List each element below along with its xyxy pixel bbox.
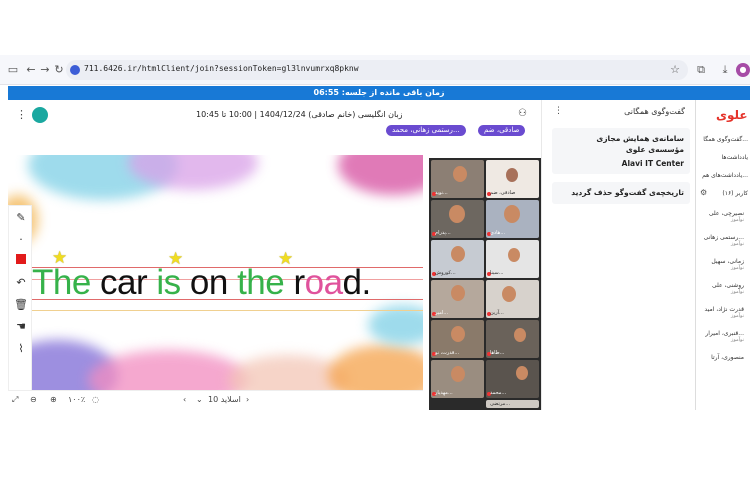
word: d. bbox=[342, 263, 372, 302]
slide-selector[interactable]: ⌄ bbox=[196, 395, 203, 404]
drawing-toolbar: ✎ · ↶ 🗑 ☚ ⌇ bbox=[8, 205, 32, 400]
browser-toolbar: ▭ ← → ↻ 711.6426.ir/htmlClient/join?sess… bbox=[0, 55, 750, 85]
word: is bbox=[156, 263, 181, 302]
watercolor-splash bbox=[88, 350, 248, 390]
delete-icon[interactable]: 🗑 bbox=[14, 298, 28, 312]
settings-gear-icon[interactable]: ⚙ bbox=[700, 188, 707, 197]
participant-item[interactable]: رستمی زهانی... نوآموز bbox=[704, 234, 744, 247]
tab-public-chat[interactable]: گفت‌وگوی همگا... bbox=[703, 136, 748, 143]
pointer-hand-icon[interactable]: ☚ bbox=[14, 320, 28, 334]
chat-panel: ⋮ گفت‌وگوی همگانی سامانه‌ی همایش مجازی م… bbox=[541, 100, 695, 410]
chat-more-icon[interactable]: ⋮ bbox=[554, 106, 563, 116]
tab-shared-notes[interactable]: یادداشت‌های هم... bbox=[702, 172, 748, 179]
video-tile[interactable]: محمد... bbox=[486, 360, 539, 398]
welcome-brand: Alavi IT Center bbox=[621, 159, 684, 168]
zoom-level: ۱۰۰٪ bbox=[68, 395, 86, 404]
next-slide-icon[interactable]: › bbox=[246, 395, 249, 404]
word: oa bbox=[304, 263, 343, 302]
chart-icon[interactable]: ⌇ bbox=[14, 342, 28, 356]
watercolor-splash bbox=[328, 345, 423, 390]
video-tile[interactable]: امیر... bbox=[431, 280, 484, 318]
tabs-icon[interactable]: ▭ bbox=[6, 63, 20, 77]
video-tile[interactable]: کوروش... bbox=[431, 240, 484, 278]
chat-header: گفت‌وگوی همگانی bbox=[624, 107, 685, 116]
participants-icon[interactable]: ⚇ bbox=[518, 108, 527, 119]
video-tile[interactable]: نوید... bbox=[431, 160, 484, 198]
watercolor-splash bbox=[338, 155, 423, 195]
profile-avatar[interactable]: ● bbox=[736, 63, 750, 77]
video-grid: نوید... صادقی، ضم پدرام... هادی... کوروش… bbox=[429, 158, 541, 410]
fit-icon[interactable]: ◌ bbox=[92, 395, 99, 404]
participant-item[interactable]: نصیرچی، علی نوآموز bbox=[709, 210, 744, 223]
app-window: ▭ ← → ↻ 711.6426.ir/htmlClient/join?sess… bbox=[0, 55, 750, 410]
site-icon bbox=[70, 65, 80, 75]
forward-icon[interactable]: → bbox=[38, 63, 52, 77]
word: The bbox=[32, 263, 91, 302]
fullscreen-icon[interactable]: ⤢ bbox=[12, 395, 18, 405]
slide-sentence: The car is on the road. bbox=[32, 263, 371, 303]
watercolor-splash bbox=[368, 305, 423, 345]
speaker-pill-1: صادقی، ضم bbox=[478, 125, 526, 136]
participant-item[interactable]: منصوری، آرتا bbox=[711, 354, 744, 361]
user-count: (۱۶) کاربر bbox=[722, 190, 748, 197]
brand-logo-icon bbox=[32, 107, 48, 123]
side-panel: علوی گفت‌وگوی همگا... یادداشت‌ها یادداشت… bbox=[695, 100, 750, 410]
more-menu-icon[interactable]: ⋮ bbox=[16, 108, 27, 121]
url-text[interactable]: 711.6426.ir/htmlClient/join?sessionToken… bbox=[84, 64, 359, 73]
speaker-pill-2: رستمی زهانی، محمد... bbox=[386, 125, 466, 136]
video-tile[interactable]: مهدیار... bbox=[431, 360, 484, 398]
pen-icon[interactable]: ✎ bbox=[14, 211, 28, 225]
video-tile[interactable]: قدرت، نو... bbox=[431, 320, 484, 358]
writing-guide-line bbox=[8, 310, 423, 311]
session-timer: زمان باقی مانده از جلسه: 06:55 bbox=[8, 86, 750, 100]
meeting-info: زبان انگلیسی (خانم صادقی) 1404/12/24 | 1… bbox=[196, 110, 403, 119]
bookmark-star-icon[interactable]: ☆ bbox=[668, 63, 682, 77]
undo-icon[interactable]: ↶ bbox=[14, 276, 28, 290]
zoom-out-icon[interactable]: ⊖ bbox=[30, 395, 37, 404]
word: on bbox=[180, 263, 238, 302]
zoom-in-icon[interactable]: ⊕ bbox=[50, 395, 57, 404]
video-tile[interactable]: سینا... bbox=[486, 240, 539, 278]
word: car bbox=[90, 263, 157, 302]
participant-item[interactable]: قدرت نژاد، امید نوآموز bbox=[705, 306, 744, 319]
tab-notes[interactable]: یادداشت‌ها bbox=[722, 154, 748, 161]
welcome-message: سامانه‌ی همایش مجازی مؤسسه‌ی علوی Alavi … bbox=[552, 128, 690, 174]
welcome-title: سامانه‌ی همایش مجازی مؤسسه‌ی علوی bbox=[596, 134, 684, 154]
video-tile[interactable]: مرتضی... bbox=[486, 400, 539, 408]
presentation-slide: ★ ★ ★ The car is on the road. bbox=[8, 155, 423, 390]
word: the bbox=[237, 263, 285, 302]
download-icon[interactable]: ⤓ bbox=[718, 63, 732, 77]
prev-slide-icon[interactable]: ‹ bbox=[183, 395, 186, 404]
participant-item[interactable]: زمانی، سهیل نوآموز bbox=[711, 258, 744, 271]
clear-history-text: تاریخچه‌ی گفت‌وگو حذف گردید bbox=[571, 188, 684, 197]
slide-label: اسلاید 10 bbox=[208, 395, 241, 404]
video-tile[interactable]: هادی... bbox=[486, 200, 539, 238]
video-tile[interactable]: آرین... bbox=[486, 280, 539, 318]
video-tile[interactable]: طاها... bbox=[486, 320, 539, 358]
reload-icon[interactable]: ↻ bbox=[52, 63, 66, 77]
meeting-main: ⋮ زبان انگلیسی (خانم صادقی) 1404/12/24 |… bbox=[8, 100, 541, 410]
back-icon[interactable]: ← bbox=[24, 63, 38, 77]
system-message: تاریخچه‌ی گفت‌وگو حذف گردید bbox=[552, 182, 690, 204]
video-tile[interactable]: پدرام... bbox=[431, 200, 484, 238]
color-picker-button[interactable] bbox=[14, 252, 28, 266]
video-tile[interactable]: صادقی، ضم bbox=[486, 160, 539, 198]
participant-item[interactable]: روشنی، علی نوآموز bbox=[712, 282, 744, 295]
slide-controls: ⤢ ⊖ ⊕ ۱۰۰٪ ◌ ‹ ⌄ اسلاید 10 › bbox=[8, 390, 423, 410]
pen-size-icon[interactable]: · bbox=[14, 233, 28, 247]
extensions-icon[interactable]: ⧉ bbox=[694, 63, 708, 77]
word: r bbox=[284, 263, 305, 302]
brand-logo: علوی bbox=[716, 108, 748, 122]
participant-item[interactable]: قنبری، امیرار... نوآموز bbox=[705, 330, 744, 343]
